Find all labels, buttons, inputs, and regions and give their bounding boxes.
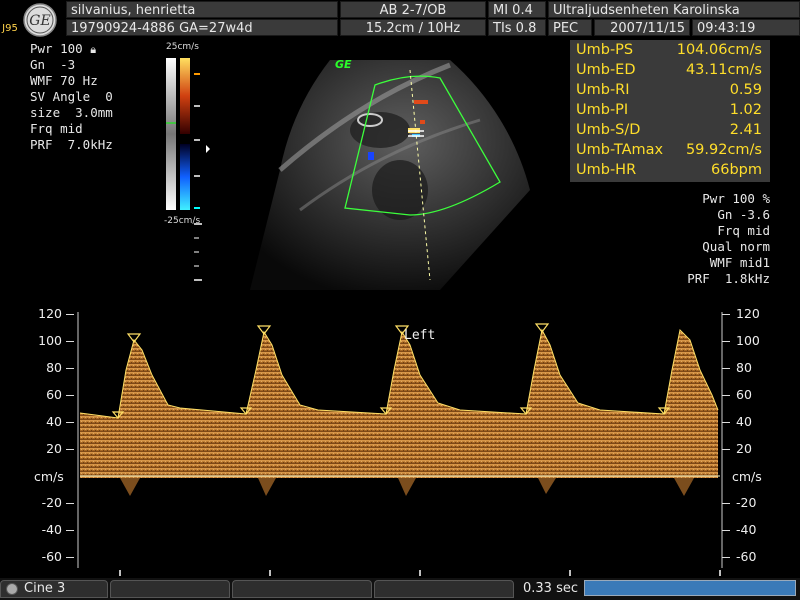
measurement-row-hr: Umb-HR 66bpm [576,162,762,178]
velocity-tick-mark [66,449,74,450]
velocity-tick-label: 120 [736,306,760,321]
velocity-tick-label: -20 [41,495,62,510]
spectral-doppler-display[interactable] [0,300,800,582]
velocity-tick-mark [66,395,74,396]
exam-date: 2007/11/15 [594,19,690,36]
depth-framerate: 15.2cm / 10Hz [340,19,486,36]
velocity-tick-mark [66,503,74,504]
measurement-row-ps: Umb-PS 104.06cm/s [576,42,762,58]
measurement-row-pi: Umb-PI 1.02 [576,102,762,118]
color-power-param: Pwr 100 🔒︎ [30,41,97,56]
unit-label-right: cm/s [732,469,762,484]
footer-tab-3[interactable] [232,580,372,598]
colorbar-max-label: 25cm/s [166,42,199,52]
pw-quality-param: Qual norm [702,239,770,254]
patient-name: silvanius, henrietta [66,1,338,18]
velocity-tick-label: 80 [736,360,752,375]
measurement-row-ed: Umb-ED 43.11cm/s [576,62,762,78]
velocity-tick-mark [722,368,730,369]
velocity-tick-mark [66,341,74,342]
institution: Ultraljudsenheten Karolinska [548,1,800,18]
velocity-tick-mark [66,314,74,315]
velocity-tick-label: 40 [736,414,752,429]
velocity-tick-mark [722,341,730,342]
ge-logo-icon: GE [20,2,60,38]
measurement-row-sd: Umb-S/D 2.41 [576,122,762,138]
velocity-tick-mark [66,530,74,531]
wall-filter-param: WMF 70 Hz [30,73,98,88]
velocity-tick-mark [66,557,74,558]
velocity-tick-label: 60 [736,387,752,402]
cine-indicator-icon [6,583,18,595]
bmode-sector-image[interactable] [240,40,570,304]
velocity-tick-label: 20 [736,441,752,456]
velocity-tick-mark [66,368,74,369]
footer-tab-4[interactable] [374,580,514,598]
cine-label: Cine 3 [24,581,66,596]
color-gain-param: Gn -3 [30,57,76,72]
unit-label-left: cm/s [34,469,64,484]
side-annotation: Left [404,328,436,343]
velocity-tick-label: 120 [38,306,62,321]
pw-wall-filter-param: WMF mid1 [709,255,770,270]
prf-param: PRF 7.0kHz [30,137,113,152]
thermal-index: TIs 0.8 [488,19,546,36]
sample-size-param: size 3.0mm [30,105,113,120]
measurement-row-tamax: Umb-TAmax 59.92cm/s [576,142,762,158]
velocity-tick-label: 80 [46,360,62,375]
velocity-tick-mark [66,422,74,423]
velocity-tick-label: -20 [736,495,757,510]
velocity-tick-label: -60 [41,549,62,564]
velocity-tick-label: 40 [46,414,62,429]
spectral-waveform [80,330,718,478]
velocity-tick-mark [722,449,730,450]
pw-power-param: Pwr 100 % [702,191,770,206]
ge-orientation-marker: GE [335,58,352,71]
sv-angle-param: SV Angle 0 [30,89,113,104]
pw-prf-param: PRF 1.8kHz [687,271,770,286]
depth-ticks [194,220,206,294]
pec-label: PEC [548,19,592,36]
patient-id-ga: 19790924-4886 GA=27w4d [66,19,338,36]
velocity-tick-label: 100 [38,333,62,348]
probe-preset: AB 2-7/OB [340,1,486,18]
color-velocity-scale [164,58,214,222]
velocity-tick-label: -40 [736,522,757,537]
velocity-tick-label: -60 [736,549,757,564]
site-label: J95 [0,22,20,36]
mechanical-index: MI 0.4 [488,1,546,18]
measurement-results-box: Umb-PS 104.06cm/s Umb-ED 43.11cm/s Umb-RI 0… [570,40,770,182]
velocity-tick-mark [722,314,730,315]
velocity-tick-label: 20 [46,441,62,456]
cine-progress-bar[interactable] [584,580,796,596]
velocity-tick-label: 100 [736,333,760,348]
velocity-tick-mark [722,530,730,531]
lock-icon: 🔒︎ [90,43,97,56]
exam-time: 09:43:19 [692,19,800,36]
svg-text:GE: GE [29,13,50,29]
pw-frequency-param: Frq mid [717,223,770,238]
velocity-tick-label: 60 [46,387,62,402]
frequency-param: Frq mid [30,121,83,136]
pw-gain-param: Gn -3.6 [717,207,770,222]
velocity-tick-label: -40 [41,522,62,537]
measurement-row-ri: Umb-RI 0.59 [576,82,762,98]
sweep-time-label: 0.33 sec [523,581,578,596]
velocity-tick-mark [722,557,730,558]
velocity-tick-mark [722,395,730,396]
velocity-tick-mark [722,503,730,504]
velocity-tick-mark [722,422,730,423]
header-bar: GE J95 silvanius, henrietta 19790924-488… [0,0,800,38]
footer-tab-2[interactable] [110,580,230,598]
